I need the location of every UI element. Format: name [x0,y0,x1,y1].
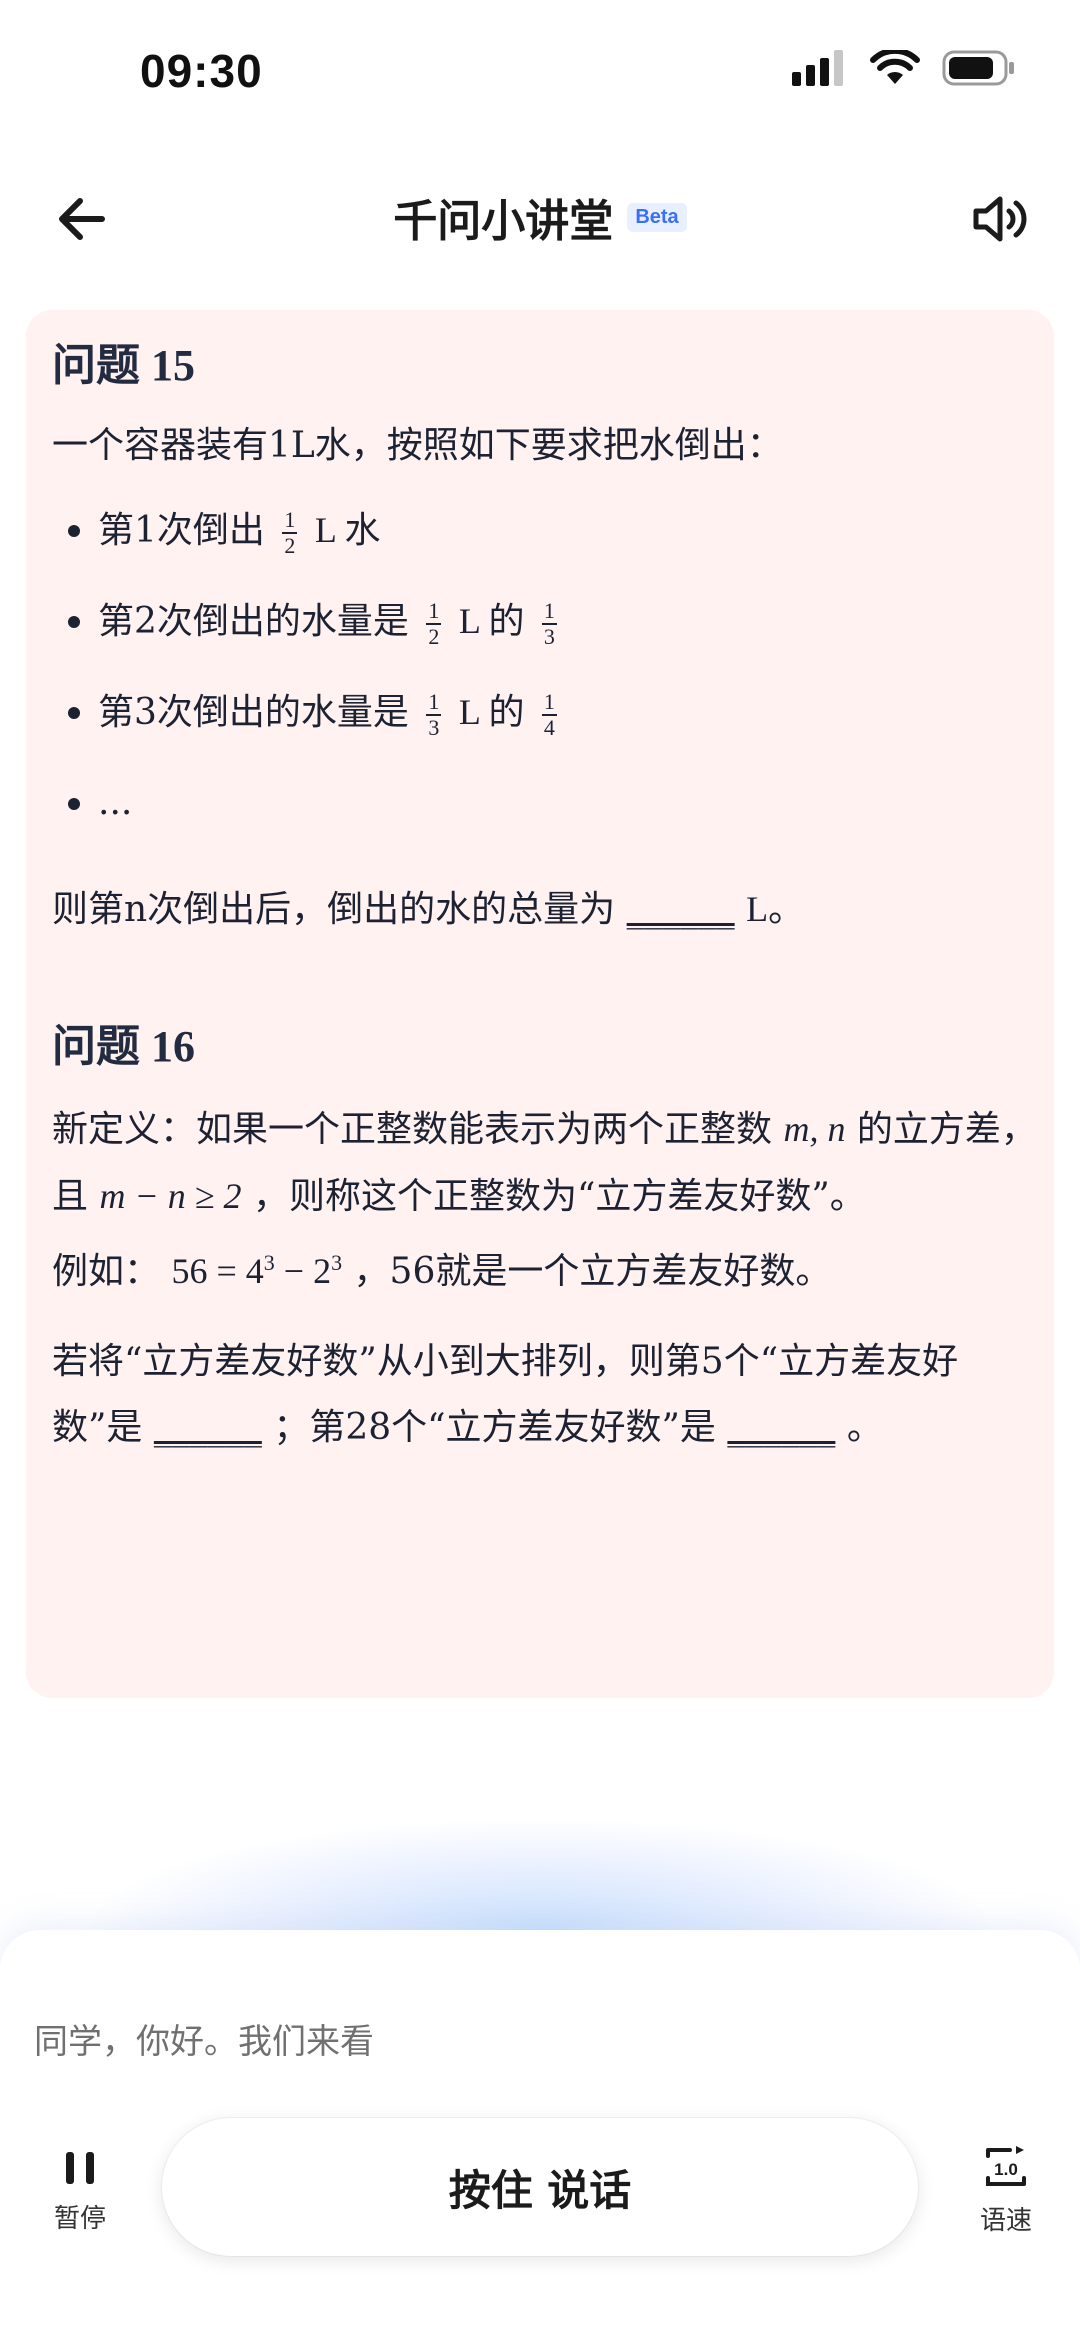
fraction: 1 4 [541,688,557,740]
pause-button[interactable]: 暂停 [40,2148,120,2235]
math-exponent: 3 [331,1249,343,1275]
fraction-denominator: 2 [428,623,440,649]
fraction-numerator: 1 [426,597,442,625]
status-time: 09:30 [140,45,263,97]
step-text: 第2次倒出的水量是 [98,600,409,642]
speed-icon: 1.0 [986,2146,1026,2186]
ask-text: ；第28个“立方差友好数”是 [273,1406,716,1448]
conclusion-end: L。 [746,888,805,929]
nav-title-group: 千问小讲堂 Beta [0,185,1080,249]
fraction-denominator: 2 [284,532,296,558]
math-condition: m − n ≥ 2 [99,1175,242,1216]
example-prefix: 例如： [52,1250,161,1292]
math-exponent: 3 [263,1249,275,1275]
conclusion-text: 则第n次倒出后，倒出的水的总量为 [52,888,616,930]
nav-bar: 千问小讲堂 Beta [0,165,1080,265]
fraction-denominator: 4 [543,714,555,740]
wifi-icon [870,50,920,84]
lesson-content: 问题 15 一个容器装有1L水，按照如下要求把水倒出： 第1次倒出 1 2 L … [52,340,1042,1461]
question-15-intro: 一个容器装有1L水，按照如下要求把水倒出： [52,424,783,466]
list-item: 第1次倒出 1 2 L 水 [68,485,1042,576]
step-text: 第3次倒出的水量是 [98,691,409,733]
fraction-numerator: 1 [541,597,557,625]
answer-blank: ______ [626,888,735,930]
question-16-example: 例如： 56 = 43 − 23 ，56就是一个立方差友好数。 [52,1230,1042,1305]
math-expression: − 2 [274,1250,332,1291]
sound-button[interactable] [968,187,1032,251]
list-item: 第3次倒出的水量是 1 3 L 的 1 4 [68,667,1042,758]
question-16-ask: 若将“立方差友好数”从小到大排列，则第5个“立方差友好数”是 ______ ；第… [52,1329,1042,1461]
list-item: 第2次倒出的水量是 1 2 L 的 1 3 [68,576,1042,667]
fraction-denominator: 3 [543,623,555,649]
cellular-signal-icon [792,50,843,86]
beta-badge: Beta [627,202,687,232]
fraction: 1 3 [426,688,442,740]
status-bar: 09:30 [0,0,1080,150]
lesson-card: 问题 15 一个容器装有1L水，按照如下要求把水倒出： 第1次倒出 1 2 L … [26,310,1054,1698]
math-expression: 56 = 4 [171,1250,264,1291]
answer-blank: ______ [727,1406,836,1448]
question-15-steps: 第1次倒出 1 2 L 水 第2次倒出的水量是 1 2 L 的 1 3 第3次倒… [68,485,1042,848]
status-icons [792,50,1016,86]
step-mid: L 的 [458,691,525,732]
hold-to-talk-button[interactable]: 按住 说话 [162,2118,918,2256]
math-vars: m, n [783,1108,846,1149]
app-screen: 09:30 千问小讲堂 Beta 问题 15 一个容器装有1L水，按照如下要求把… [0,0,1080,2341]
step-mid: L 的 [458,600,525,641]
definition-text: 新定义：如果一个正整数能表示为两个正整数 [52,1108,773,1150]
step-suffix: L 水 [314,509,381,550]
list-item: ... [68,758,1042,848]
voice-panel: 同学，你好。我们来看 暂停 按住 说话 1.0 语速 [0,1930,1080,2341]
fraction: 1 2 [426,597,442,649]
question-15-conclusion: 则第n次倒出后，倒出的水的总量为 ______ L。 [52,876,1042,943]
step-text: ... [98,781,133,823]
transcript-text: 同学，你好。我们来看 [34,2022,374,2062]
speaker-icon [973,196,1027,242]
fraction-numerator: 1 [282,506,298,534]
pause-label: 暂停 [53,2204,106,2234]
definition-text: ，则称这个正整数为“立方差友好数”。 [252,1175,866,1217]
speed-value: 1.0 [994,2160,1018,2179]
question-15-title: 问题 15 [52,341,195,390]
question-16-definition: 新定义：如果一个正整数能表示为两个正整数 m, n 的立方差，且 m − n ≥… [52,1096,1042,1230]
pause-icon [66,2152,94,2184]
fraction-denominator: 3 [428,714,440,740]
fraction-numerator: 1 [541,688,557,716]
ask-end: 。 [846,1406,883,1448]
question-16-title: 问题 16 [52,1021,195,1071]
speed-label: 语速 [979,2206,1032,2236]
speed-button[interactable]: 1.0 语速 [966,2144,1046,2237]
fraction-numerator: 1 [426,688,442,716]
battery-icon [942,50,1014,86]
page-title: 千问小讲堂 [393,196,614,247]
fraction: 1 3 [541,597,557,649]
fraction: 1 2 [282,506,298,558]
example-suffix: ，56就是一个立方差友好数。 [353,1250,832,1292]
answer-blank: ______ [153,1406,262,1448]
step-text: 第1次倒出 [98,509,265,551]
